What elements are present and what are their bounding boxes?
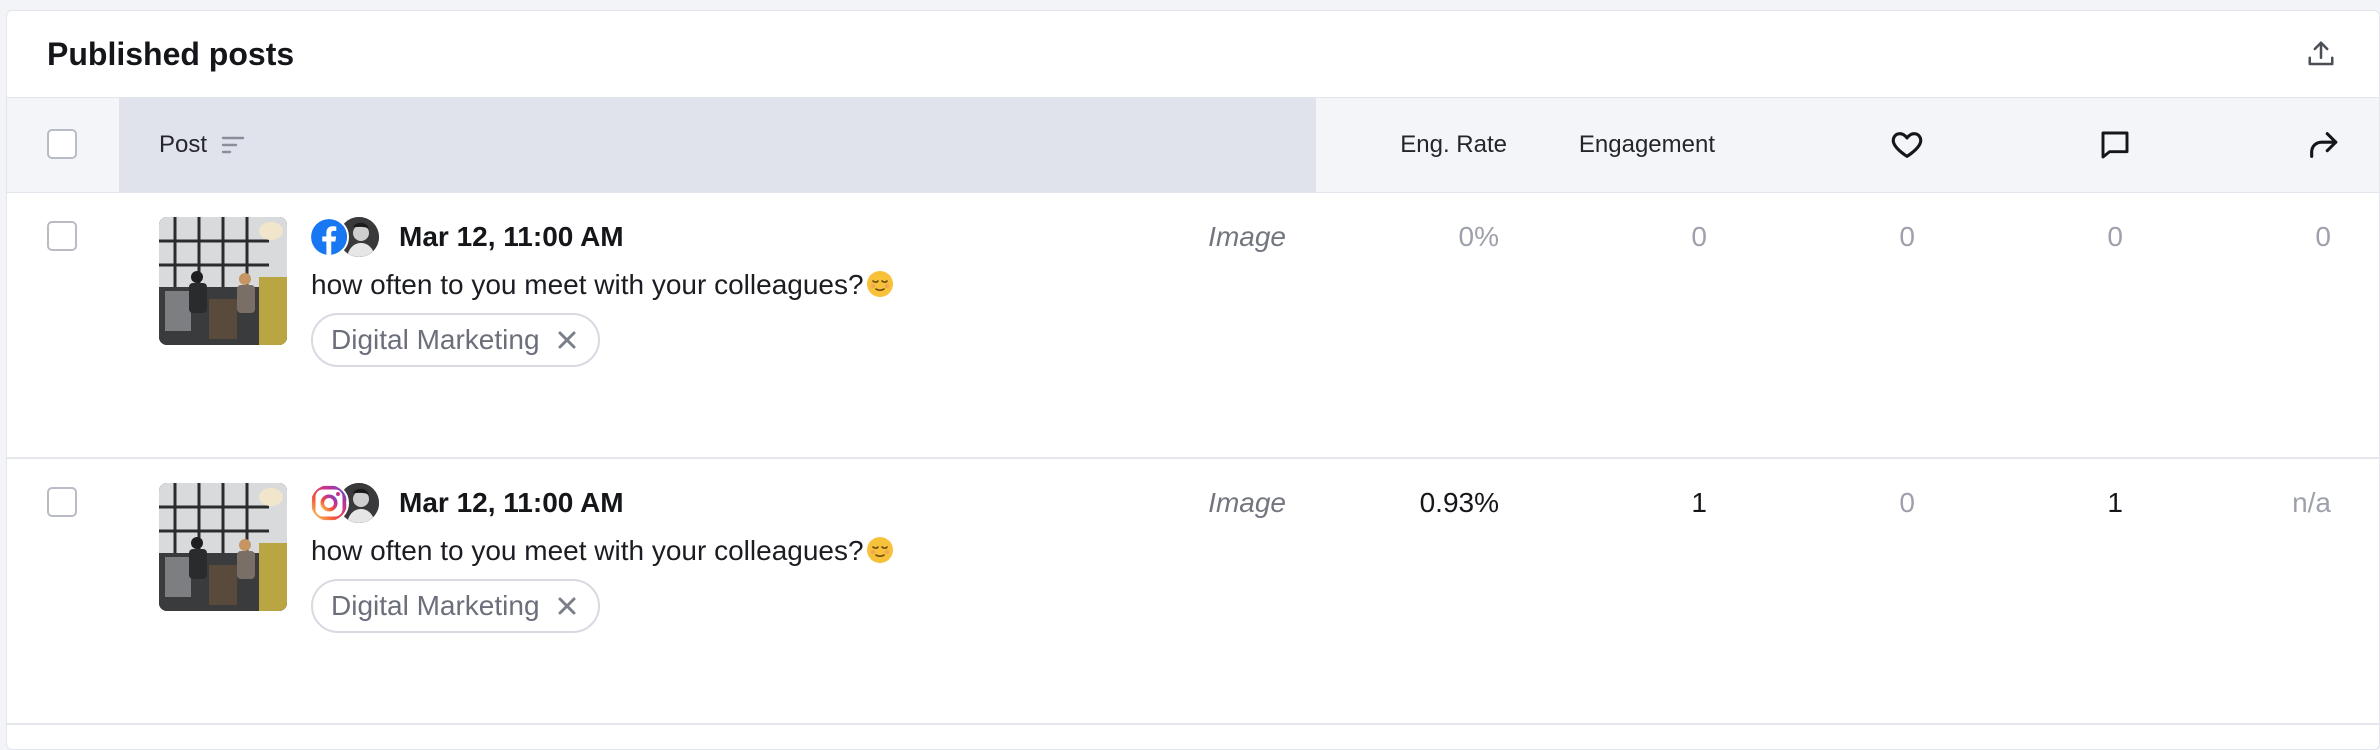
likes-value: 0 bbox=[1899, 487, 1915, 518]
post-text-content: how often to you meet with your colleagu… bbox=[311, 269, 864, 300]
post-text: how often to you meet with your colleagu… bbox=[311, 533, 894, 569]
tag-label: Digital Marketing bbox=[331, 590, 540, 621]
post-column-header[interactable]: Post bbox=[119, 98, 1316, 192]
tag-label: Digital Marketing bbox=[331, 324, 540, 355]
engagement-column-header[interactable]: Engagement bbox=[1527, 98, 1715, 192]
table-row[interactable]: Mar 12, 11:00 AM how often to you meet w… bbox=[7, 193, 2379, 459]
post-text: how often to you meet with your colleagu… bbox=[311, 267, 894, 303]
sort-icon[interactable] bbox=[221, 135, 245, 155]
comments-value: 1 bbox=[2107, 487, 2123, 518]
share-icon bbox=[2310, 132, 2338, 158]
engagement-value: 1 bbox=[1691, 487, 1707, 518]
post-date: Mar 12, 11:00 AM bbox=[399, 487, 624, 518]
published-posts-card: Published posts Post Eng. Rate Engagemen… bbox=[6, 10, 2380, 750]
table-header: Post Eng. Rate Engagement bbox=[7, 97, 2379, 193]
select-all-checkbox[interactable] bbox=[47, 129, 77, 159]
close-icon[interactable] bbox=[556, 595, 578, 617]
relieved-face-icon bbox=[866, 537, 893, 563]
export-button[interactable] bbox=[2301, 34, 2341, 74]
eng-rate-label: Eng. Rate bbox=[1400, 131, 1507, 158]
facebook-icon bbox=[309, 217, 349, 257]
comments-column-header[interactable] bbox=[2085, 98, 2145, 192]
row-checkbox[interactable] bbox=[47, 487, 77, 517]
post-text-content: how often to you meet with your colleagu… bbox=[311, 535, 864, 566]
shares-column-header[interactable] bbox=[2293, 98, 2353, 192]
tag-chip[interactable]: Digital Marketing bbox=[311, 579, 600, 633]
likes-value: 0 bbox=[1899, 221, 1915, 252]
network-icons bbox=[309, 483, 389, 523]
close-icon[interactable] bbox=[556, 329, 578, 351]
engagement-value: 0 bbox=[1691, 221, 1707, 252]
post-type: Image bbox=[1208, 221, 1286, 252]
card-title: Published posts bbox=[47, 35, 295, 72]
post-date: Mar 12, 11:00 AM bbox=[399, 221, 624, 252]
instagram-icon bbox=[309, 483, 349, 523]
heart-icon bbox=[1891, 132, 1923, 158]
relieved-face-icon bbox=[866, 271, 893, 297]
eng-rate-column-header[interactable]: Eng. Rate bbox=[1327, 98, 1507, 192]
post-type: Image bbox=[1208, 487, 1286, 518]
network-icons bbox=[309, 217, 389, 257]
tag-chip[interactable]: Digital Marketing bbox=[311, 313, 600, 367]
eng-rate-value: 0% bbox=[1458, 221, 1499, 252]
comment-icon bbox=[2101, 131, 2129, 159]
post-column-label: Post bbox=[159, 131, 208, 158]
row-checkbox[interactable] bbox=[47, 221, 77, 251]
post-thumbnail[interactable] bbox=[159, 217, 287, 345]
comments-value: 0 bbox=[2107, 221, 2123, 252]
upload-icon bbox=[2308, 41, 2334, 66]
shares-value: n/a bbox=[2292, 487, 2331, 518]
shares-value: 0 bbox=[2315, 221, 2331, 252]
card-header: Published posts bbox=[7, 11, 2379, 97]
eng-rate-value: 0.93% bbox=[1419, 487, 1499, 518]
likes-column-header[interactable] bbox=[1877, 98, 1937, 192]
post-thumbnail[interactable] bbox=[159, 483, 287, 611]
engagement-label: Engagement bbox=[1578, 131, 1715, 158]
table-row[interactable]: Mar 12, 11:00 AM how often to you meet w… bbox=[7, 459, 2379, 725]
